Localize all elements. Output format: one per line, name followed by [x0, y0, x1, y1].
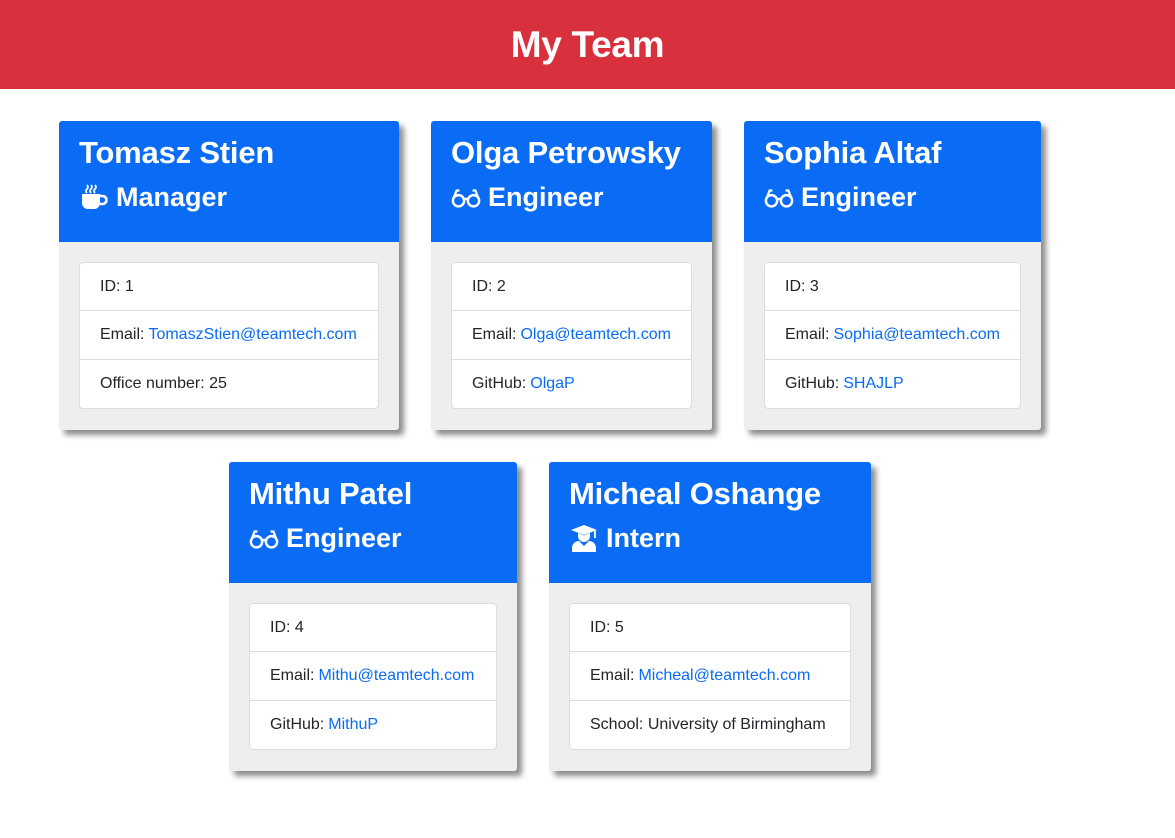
employee-role-label: Manager	[116, 182, 228, 212]
detail-id-value: 1	[124, 277, 134, 295]
card-body: ID: 5 Email: Micheal@teamtech.com School:…	[549, 583, 871, 770]
detail-github-label: GitHub:	[785, 375, 840, 392]
graduate-icon	[569, 523, 599, 553]
detail-id-label: ID:	[590, 618, 611, 636]
github-link[interactable]: OlgaP	[530, 375, 574, 393]
employee-name: Micheal Oshange	[569, 476, 821, 511]
detail-office-number: Office number: 25	[80, 359, 378, 408]
detail-id: ID: 2	[452, 263, 691, 310]
page-header: My Team	[0, 0, 1175, 89]
email-link[interactable]: Mithu@teamtech.com	[318, 667, 474, 685]
detail-email-label: Email:	[472, 326, 517, 343]
detail-email-label: Email:	[270, 667, 315, 684]
detail-email: Email: Sophia@teamtech.com	[765, 310, 1020, 359]
detail-email: Email: TomaszStien@teamtech.com	[80, 310, 378, 359]
detail-id-value: 2	[496, 277, 506, 295]
card-body: ID: 1 Email: TomaszStien@teamtech.com Off…	[59, 242, 399, 429]
card-body: ID: 3 Email: Sophia@teamtech.com GitHub: S…	[744, 242, 1041, 429]
employee-role: Engineer	[249, 523, 497, 553]
employee-name: Olga Petrowsky	[451, 135, 681, 170]
employee-role: Engineer	[451, 182, 692, 212]
card-header: Mithu Patel Engineer	[229, 462, 517, 583]
employee-details: ID: 5 Email: Micheal@teamtech.com School:…	[569, 603, 851, 750]
email-link[interactable]: TomaszStien@teamtech.com	[148, 326, 356, 344]
detail-id: ID: 4	[250, 604, 496, 651]
detail-id-label: ID:	[785, 277, 806, 295]
employee-card-manager: Tomasz Stien Manager ID: 1 Email: TomaszS…	[59, 121, 399, 430]
detail-school-value: University of Birmingham	[647, 716, 826, 733]
employee-role: Engineer	[764, 182, 1021, 212]
employee-details: ID: 2 Email: Olga@teamtech.com GitHub: Olg…	[451, 262, 692, 409]
detail-email-label: Email:	[100, 326, 145, 343]
detail-email: Email: Mithu@teamtech.com	[250, 651, 496, 700]
detail-id-value: 4	[294, 618, 304, 636]
detail-email-label: Email:	[590, 667, 635, 684]
detail-school: School: University of Birmingham	[570, 700, 850, 749]
detail-github: GitHub: MithuP	[250, 700, 496, 749]
employee-role-label: Engineer	[488, 182, 604, 212]
employee-card-intern: Micheal Oshange Intern ID: 5 Email: Miche…	[549, 462, 871, 771]
email-link[interactable]: Micheal@teamtech.com	[638, 667, 810, 685]
email-link[interactable]: Sophia@teamtech.com	[833, 326, 1000, 344]
detail-id-label: ID:	[100, 277, 121, 295]
detail-id: ID: 1	[80, 263, 378, 310]
coffee-icon	[79, 182, 109, 212]
glasses-icon	[249, 523, 279, 553]
email-link[interactable]: Olga@teamtech.com	[520, 326, 671, 344]
detail-email: Email: Micheal@teamtech.com	[570, 651, 850, 700]
employee-details: ID: 3 Email: Sophia@teamtech.com GitHub: S…	[764, 262, 1021, 409]
employee-details: ID: 4 Email: Mithu@teamtech.com GitHub: Mi…	[249, 603, 497, 750]
glasses-icon	[764, 182, 794, 212]
card-header: Tomasz Stien Manager	[59, 121, 399, 242]
employee-name: Mithu Patel	[249, 476, 413, 511]
github-link[interactable]: MithuP	[328, 716, 378, 734]
detail-office-value: 25	[209, 375, 227, 392]
employee-role: Intern	[569, 523, 851, 553]
page-title: My Team	[510, 23, 665, 65]
employee-name: Sophia Altaf	[764, 135, 942, 170]
card-header: Sophia Altaf Engineer	[744, 121, 1041, 242]
card-body: ID: 2 Email: Olga@teamtech.com GitHub: Olg…	[431, 242, 712, 429]
detail-email: Email: Olga@teamtech.com	[452, 310, 691, 359]
glasses-icon	[451, 182, 481, 212]
employee-role-label: Intern	[606, 523, 682, 553]
detail-id-value: 5	[614, 618, 624, 636]
detail-school-label: School:	[590, 716, 644, 733]
employee-card-engineer: Sophia Altaf Engineer ID: 3 Email: Sophia…	[744, 121, 1041, 430]
detail-id-label: ID:	[270, 618, 291, 636]
detail-github-label: GitHub:	[472, 375, 527, 392]
detail-github-label: GitHub:	[270, 716, 325, 733]
employee-card-engineer: Olga Petrowsky Engineer ID: 2 Email: Olga…	[431, 121, 712, 430]
detail-id: ID: 3	[765, 263, 1020, 310]
employee-role: Manager	[79, 182, 379, 212]
detail-email-label: Email:	[785, 326, 830, 343]
detail-github: GitHub: OlgaP	[452, 359, 691, 408]
employee-role-label: Engineer	[801, 182, 917, 212]
detail-github: GitHub: SHAJLP	[765, 359, 1020, 408]
detail-id-value: 3	[809, 277, 819, 295]
card-header: Olga Petrowsky Engineer	[431, 121, 712, 242]
detail-office-label: Office number:	[100, 375, 205, 392]
card-header: Micheal Oshange Intern	[549, 462, 871, 583]
employee-details: ID: 1 Email: TomaszStien@teamtech.com Off…	[79, 262, 379, 409]
github-link[interactable]: SHAJLP	[843, 375, 903, 393]
detail-id: ID: 5	[570, 604, 850, 651]
card-body: ID: 4 Email: Mithu@teamtech.com GitHub: Mi…	[229, 583, 517, 770]
employee-name: Tomasz Stien	[79, 135, 275, 170]
detail-id-label: ID:	[472, 277, 493, 295]
employee-role-label: Engineer	[286, 523, 402, 553]
employee-card-engineer: Mithu Patel Engineer ID: 4 Email: Mithu@t…	[229, 462, 517, 771]
